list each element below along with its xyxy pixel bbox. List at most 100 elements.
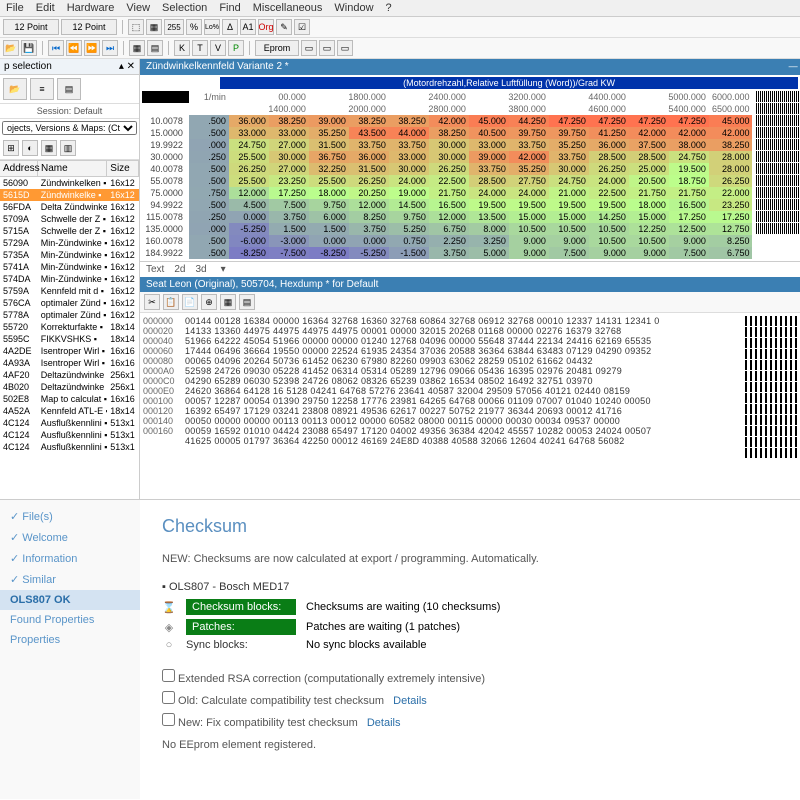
sb-tool[interactable]: ⊞: [3, 140, 19, 156]
tb-btn[interactable]: %: [186, 19, 202, 35]
map-tabs[interactable]: Text2d3d ▾: [140, 261, 800, 277]
eprom-label[interactable]: Eprom: [255, 40, 299, 56]
project-icon[interactable]: ▤: [57, 78, 81, 100]
map-list-row[interactable]: 5595CFIKKVSHKS ▪18x14: [0, 333, 139, 345]
grid-icon[interactable]: ▦: [129, 40, 145, 56]
tab-3d[interactable]: 3d: [195, 264, 206, 275]
tb-btn[interactable]: Δ: [222, 19, 238, 35]
map-list-row[interactable]: 56FDADelta Zündwinke ▪16x12: [0, 201, 139, 213]
tb-btn[interactable]: Org: [258, 19, 274, 35]
font-select-2[interactable]: 12 Point: [61, 19, 117, 35]
tb-btn[interactable]: ☑: [294, 19, 310, 35]
check-option[interactable]: Old: Calculate compatibility test checks…: [162, 691, 778, 707]
hex-icon[interactable]: ⬚: [128, 19, 144, 35]
map-list-row[interactable]: 4A93AIsentroper Wirl ▪16x16: [0, 357, 139, 369]
map-list-row[interactable]: 4C124Ausflußkennlini ▪513x1: [0, 441, 139, 453]
map-list-row[interactable]: 4A52AKennfeld ATL-E ▪18x14: [0, 405, 139, 417]
chip-icon[interactable]: ▭: [319, 40, 335, 56]
map-list-row[interactable]: 4C124Ausflußkennlini ▪513x1: [0, 417, 139, 429]
nav-item[interactable]: Found Properties: [0, 610, 140, 630]
save-icon[interactable]: 💾: [21, 40, 37, 56]
project-icon[interactable]: ≡: [30, 78, 54, 100]
sb-tool[interactable]: ◐: [22, 140, 38, 156]
font-select-1[interactable]: 12 Point: [3, 19, 59, 35]
hex-tool[interactable]: 📄: [182, 294, 198, 310]
minimize-icon[interactable]: ―: [786, 61, 800, 73]
tab-Text[interactable]: Text: [146, 264, 164, 275]
menu-selection[interactable]: Selection: [162, 2, 207, 14]
details-link[interactable]: Details: [393, 695, 427, 707]
menu-file[interactable]: File: [6, 2, 24, 14]
menu-hardware[interactable]: Hardware: [67, 2, 115, 14]
tb-btn[interactable]: ▦: [146, 19, 162, 35]
check-option[interactable]: New: Fix compatibility test checksum Det…: [162, 713, 778, 729]
map-table[interactable]: 1/min00.0001800.0002400.0003200.0004400.…: [142, 91, 752, 259]
open-icon[interactable]: 📂: [3, 40, 19, 56]
chip-icon[interactable]: ▭: [301, 40, 317, 56]
first-icon[interactable]: ⏮: [48, 40, 64, 56]
tool-V[interactable]: V: [210, 40, 226, 56]
map-header: (Motordrehzahl,Relative Luftfüllung (Wor…: [220, 77, 798, 89]
tb-btn[interactable]: A1: [240, 19, 256, 35]
menubar[interactable]: File Edit Hardware View Selection Find Miscell…: [0, 0, 800, 17]
nav-item[interactable]: Properties: [0, 630, 140, 650]
map-list-row[interactable]: 576CAoptimaler Zünd ▪16x12: [0, 297, 139, 309]
tool-K[interactable]: K: [174, 40, 190, 56]
grid-icon[interactable]: ▤: [147, 40, 163, 56]
map-list[interactable]: 56090Zündwinkelken ▪16x125615DZündwinkel…: [0, 177, 139, 499]
nav-item[interactable]: Welcome: [0, 527, 140, 548]
map-list-row[interactable]: 56090Zündwinkelken ▪16x12: [0, 177, 139, 189]
tb-btn[interactable]: ✎: [276, 19, 292, 35]
tb-255[interactable]: 255: [164, 19, 184, 35]
map-list-row[interactable]: 5729AMin-Zündwinke ▪16x12: [0, 237, 139, 249]
map-list-row[interactable]: 4C124Ausflußkennlini ▪513x1: [0, 429, 139, 441]
hex-tool[interactable]: ⊕: [201, 294, 217, 310]
map-list-row[interactable]: 4B020Deltazündwinke ▪256x1: [0, 381, 139, 393]
collapse-icon[interactable]: ▴ ✕: [119, 61, 135, 72]
nav-item[interactable]: Information: [0, 548, 140, 569]
menu-edit[interactable]: Edit: [36, 2, 55, 14]
last-icon[interactable]: ⏭: [102, 40, 118, 56]
nav-panel[interactable]: File(s)WelcomeInformationSimilarOLS807 O…: [0, 500, 140, 799]
map-list-row[interactable]: 5615DZündwinkelke ▪16x12: [0, 189, 139, 201]
map-list-row[interactable]: 55720Korrekturfakte ▪18x14: [0, 321, 139, 333]
map-list-row[interactable]: 4A2DEIsentroper Wirl ▪16x16: [0, 345, 139, 357]
tab-2d[interactable]: 2d: [174, 264, 185, 275]
map-list-row[interactable]: 5715ASchwelle der Z ▪16x12: [0, 225, 139, 237]
menu-window[interactable]: Window: [334, 2, 373, 14]
hex-tool[interactable]: 📋: [163, 294, 179, 310]
status-row: ◈Patches:Patches are waiting (1 patches): [162, 619, 778, 635]
hex-title: Seat Leon (Original), 505704, Hexdump * …: [146, 279, 378, 290]
details-link[interactable]: Details: [367, 717, 401, 729]
nav-item[interactable]: File(s): [0, 506, 140, 527]
tb-lo[interactable]: Lo%: [204, 19, 220, 35]
hex-tool[interactable]: ▤: [239, 294, 255, 310]
map-list-row[interactable]: 5735AMin-Zündwinke ▪16x12: [0, 249, 139, 261]
sb-tool[interactable]: ▥: [60, 140, 76, 156]
hex-tool[interactable]: ▦: [220, 294, 236, 310]
check-option[interactable]: Extended RSA correction (computationally…: [162, 669, 778, 685]
menu-miscellaneous[interactable]: Miscellaneous: [253, 2, 323, 14]
map-list-row[interactable]: 5741AMin-Zündwinke ▪16x12: [0, 261, 139, 273]
map-list-row[interactable]: 5778Aoptimaler Zünd ▪16x12: [0, 309, 139, 321]
sb-tool[interactable]: ▦: [41, 140, 57, 156]
next-icon[interactable]: ⏩: [84, 40, 100, 56]
maps-dropdown[interactable]: ojects, Versions & Maps: (Ctrl+Shift+F): [2, 121, 137, 135]
map-list-row[interactable]: 5709ASchwelle der Z ▪16x12: [0, 213, 139, 225]
map-list-row[interactable]: 4AF20Deltazündwinke ▪256x1: [0, 369, 139, 381]
menu-?[interactable]: ?: [386, 2, 392, 14]
hex-tool[interactable]: ✂: [144, 294, 160, 310]
nav-item[interactable]: Similar: [0, 569, 140, 590]
tool-T[interactable]: T: [192, 40, 208, 56]
menu-find[interactable]: Find: [219, 2, 240, 14]
nav-item[interactable]: OLS807 OK: [0, 590, 140, 610]
tool-P[interactable]: P: [228, 40, 244, 56]
project-open-icon[interactable]: 📂: [3, 78, 27, 100]
chip-icon[interactable]: ▭: [337, 40, 353, 56]
menu-view[interactable]: View: [126, 2, 150, 14]
map-list-row[interactable]: 574DAMin-Zündwinke ▪16x12: [0, 273, 139, 285]
map-list-row[interactable]: 5759AKennfeld mit d ▪16x12: [0, 285, 139, 297]
hex-data[interactable]: 00144 00128 16384 00000 16364 32768 1636…: [185, 316, 745, 459]
prev-icon[interactable]: ⏪: [66, 40, 82, 56]
map-list-row[interactable]: 502E8Map to calculat ▪16x16: [0, 393, 139, 405]
